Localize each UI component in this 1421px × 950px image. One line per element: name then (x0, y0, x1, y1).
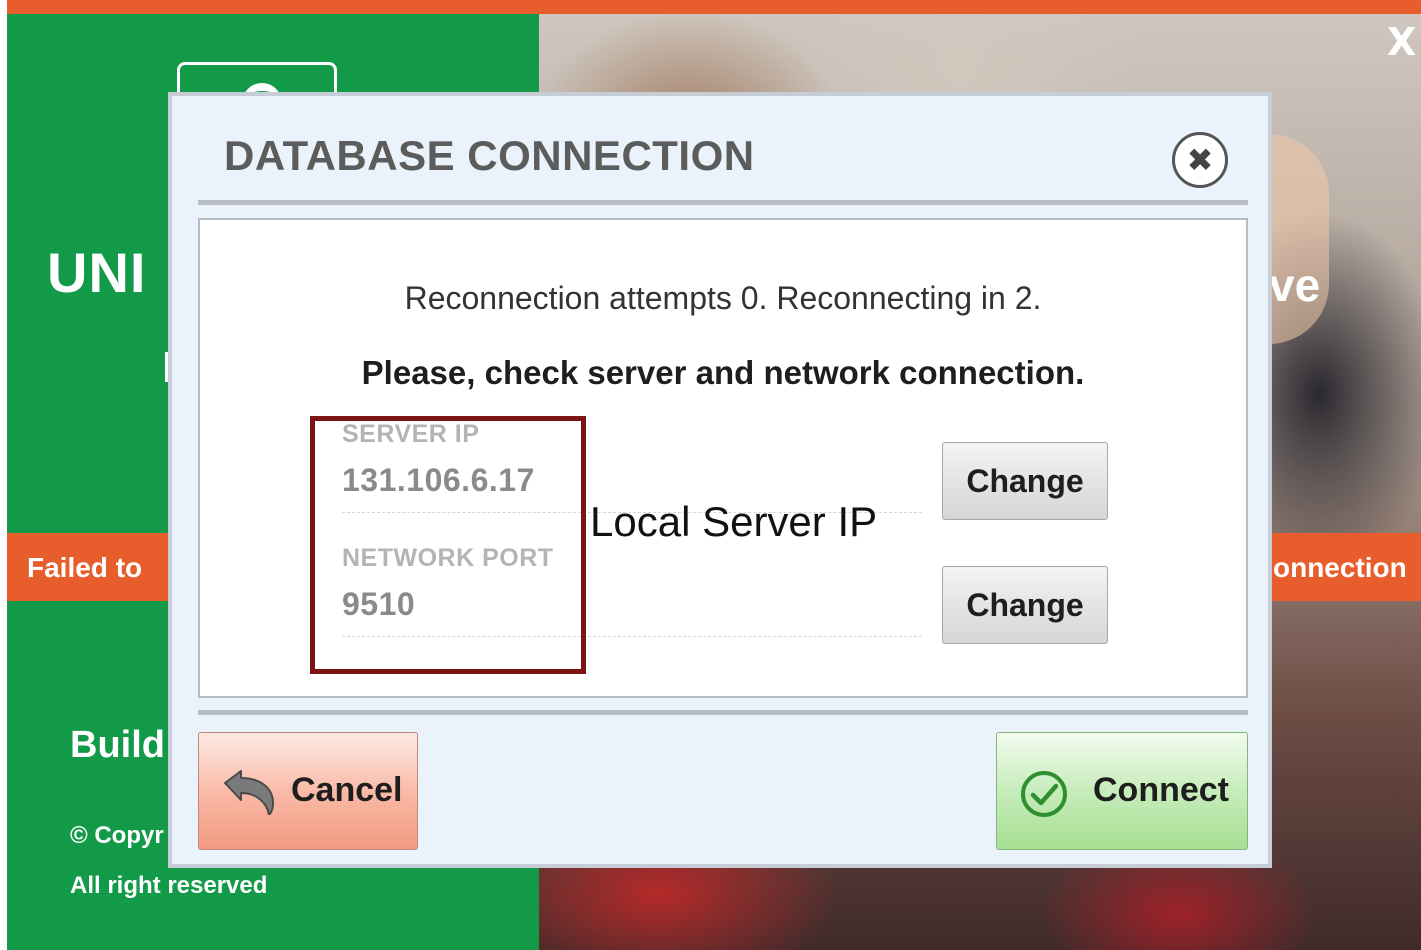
app-rights: All right reserved (70, 872, 268, 899)
check-connection-message: Please, check server and network connect… (361, 354, 1085, 391)
change-server-ip-button[interactable]: Change (942, 442, 1108, 520)
app-copyright: © Copyr (70, 822, 164, 849)
app-heading-fragment: ve (1269, 259, 1321, 311)
reconnection-status: Reconnection attempts 0. Reconnecting in… (404, 280, 1042, 316)
cancel-label: Cancel (291, 771, 403, 809)
undo-arrow-icon (224, 770, 274, 815)
dialog-divider-bottom (198, 710, 1248, 715)
close-icon[interactable]: ✖ (1172, 132, 1228, 188)
cancel-button[interactable]: Cancel (198, 732, 418, 850)
app-error-text: Failed to (27, 552, 143, 583)
database-connection-dialog: DATABASE CONNECTION ✖ Reconnection attem… (168, 92, 1272, 868)
app-build-label: Build (70, 724, 165, 766)
app-close-button[interactable]: X (1387, 22, 1421, 62)
annotation-label: Local Server IP (590, 498, 878, 545)
connect-label: Connect (1093, 771, 1229, 809)
app-top-bar (7, 0, 1421, 14)
change-network-port-button[interactable]: Change (942, 566, 1108, 644)
dialog-divider-top (198, 200, 1248, 205)
check-circle-icon (1021, 771, 1067, 817)
connect-button[interactable]: Connect (996, 732, 1248, 850)
dialog-title: DATABASE CONNECTION (224, 132, 755, 179)
annotation-highlight-box (310, 416, 586, 674)
app-heading: UNI (47, 241, 147, 304)
app-error-text-tail: onnection (1273, 552, 1407, 583)
dialog-content-panel: Reconnection attempts 0. Reconnecting in… (198, 218, 1248, 698)
